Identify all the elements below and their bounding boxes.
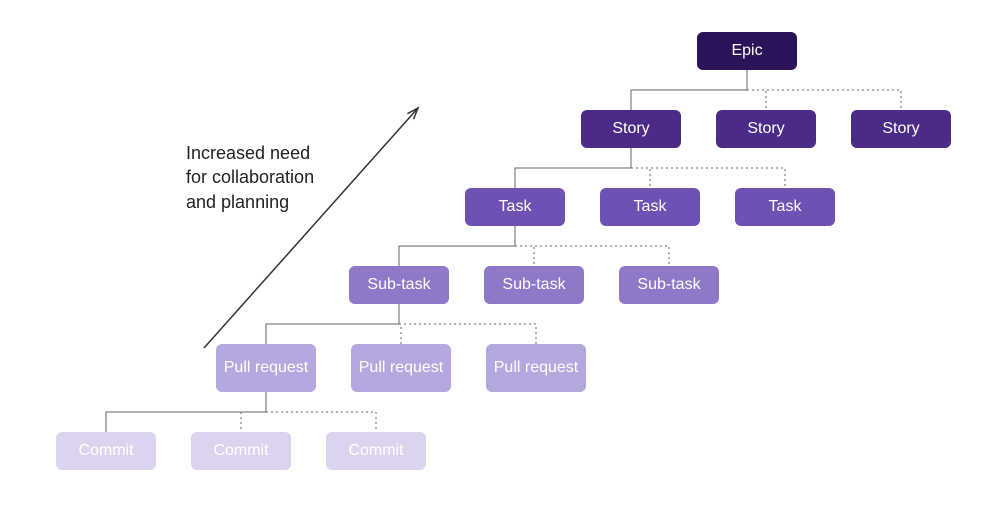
node-label: Pull request: [494, 359, 579, 377]
node-label: Task: [499, 198, 532, 216]
connector-line: [399, 304, 536, 344]
node-commit: Commit: [326, 432, 426, 470]
node-label: Sub-task: [637, 276, 700, 294]
connector-line: [515, 148, 631, 188]
node-task: Task: [600, 188, 700, 226]
annotation-line: for collaboration: [186, 167, 314, 187]
connector-line: [515, 226, 534, 266]
node-commit: Commit: [191, 432, 291, 470]
node-label: Pull request: [359, 359, 444, 377]
connector-line: [399, 226, 515, 266]
node-epic: Epic: [697, 32, 797, 70]
node-label: Commit: [348, 442, 403, 460]
node-subtask: Sub-task: [349, 266, 449, 304]
connector-line: [631, 148, 785, 188]
node-label: Epic: [731, 42, 762, 60]
node-label: Story: [747, 120, 784, 138]
annotation-line: Increased need: [186, 143, 310, 163]
connector-line: [266, 392, 376, 432]
connector-line: [106, 392, 266, 432]
node-task: Task: [465, 188, 565, 226]
node-pull-request: Pull request: [351, 344, 451, 392]
annotation-text: Increased need for collaboration and pla…: [186, 141, 314, 214]
node-pull-request: Pull request: [216, 344, 316, 392]
node-label: Pull request: [224, 359, 309, 377]
connector-line: [241, 392, 266, 432]
node-label: Story: [882, 120, 919, 138]
connector-line: [631, 148, 650, 188]
node-label: Commit: [213, 442, 268, 460]
node-subtask: Sub-task: [484, 266, 584, 304]
connector-line: [515, 226, 669, 266]
node-subtask: Sub-task: [619, 266, 719, 304]
connector-line: [747, 70, 766, 110]
connector-line: [631, 70, 747, 110]
arrow-head-icon: [407, 108, 418, 119]
node-story: Story: [581, 110, 681, 148]
node-label: Sub-task: [367, 276, 430, 294]
node-label: Commit: [78, 442, 133, 460]
node-story: Story: [716, 110, 816, 148]
node-pull-request: Pull request: [486, 344, 586, 392]
connector-line: [399, 304, 401, 344]
node-story: Story: [851, 110, 951, 148]
connector-line: [747, 70, 901, 110]
node-task: Task: [735, 188, 835, 226]
node-label: Task: [769, 198, 802, 216]
node-commit: Commit: [56, 432, 156, 470]
annotation-line: and planning: [186, 192, 289, 212]
node-label: Sub-task: [502, 276, 565, 294]
connector-line: [266, 304, 399, 344]
diagram-stage: Increased need for collaboration and pla…: [0, 0, 1000, 531]
node-label: Task: [634, 198, 667, 216]
node-label: Story: [612, 120, 649, 138]
